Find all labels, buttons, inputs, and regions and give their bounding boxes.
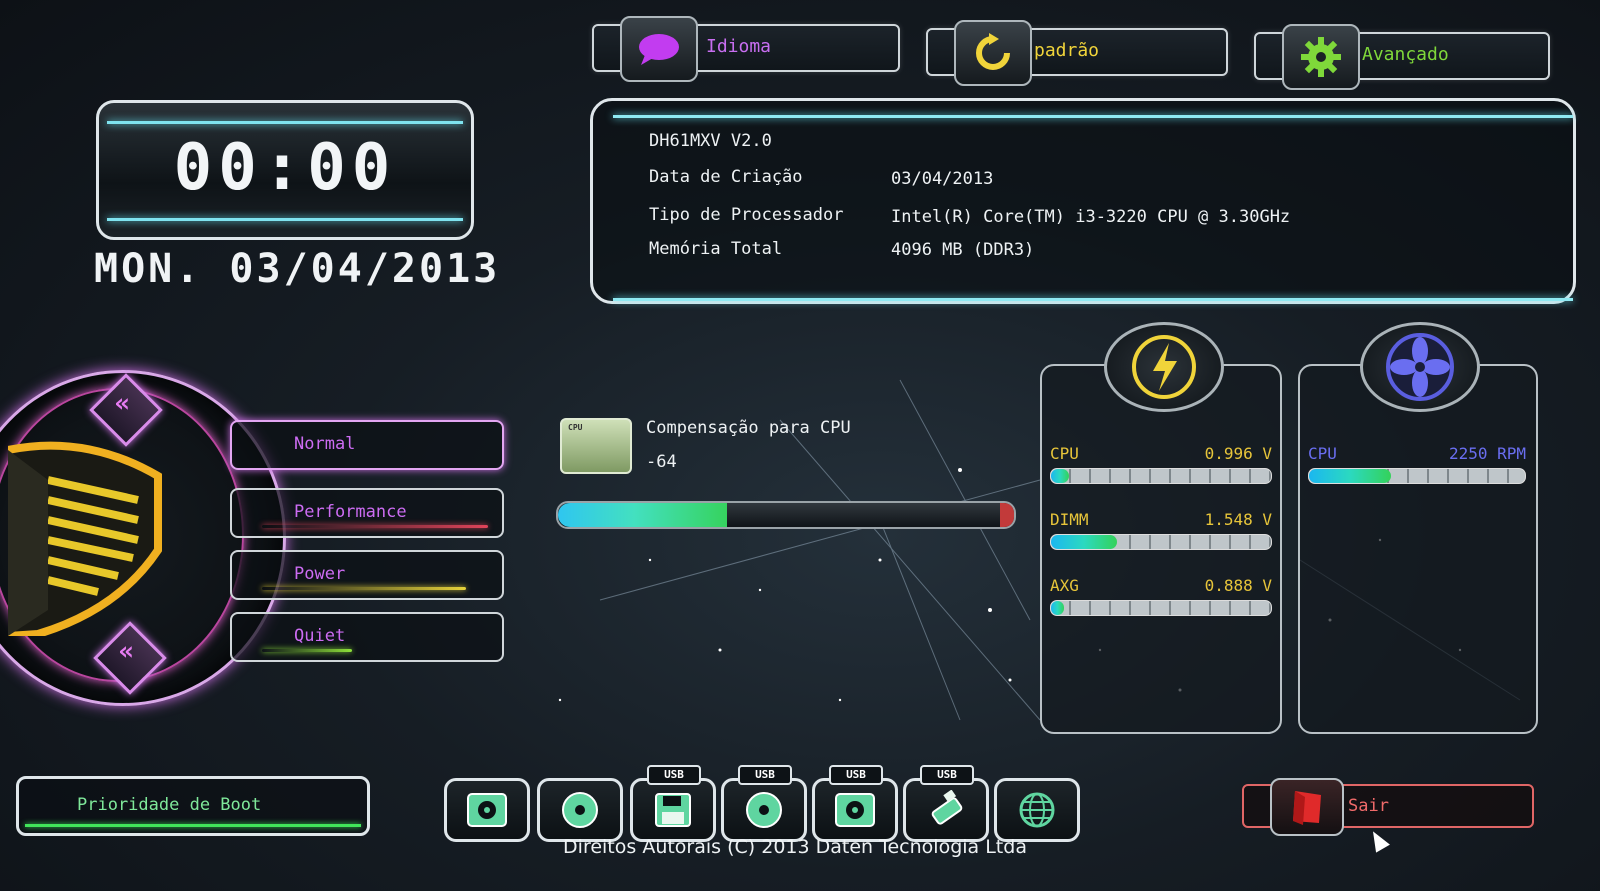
profile-power-label: Power: [294, 564, 346, 584]
default-button[interactable]: padrão: [926, 20, 1228, 86]
usb-cd-icon: [746, 792, 782, 828]
boot-priority-button[interactable]: Prioridade de Boot: [16, 776, 370, 836]
clock-glow-top: [107, 121, 463, 124]
processor-label: Tipo de Processador: [649, 205, 844, 225]
cpu-chip-icon: CPU: [560, 418, 632, 474]
voltage-cpu-value: 0.996 V: [1204, 444, 1272, 463]
profile-power-line: [262, 587, 466, 590]
language-label: Idioma: [706, 36, 772, 57]
usb-stick-icon: [931, 790, 963, 825]
fan-cpu-value: 2250 RPM: [1448, 444, 1526, 463]
optical-disc-icon: [562, 792, 598, 828]
memory-label: Memória Total: [649, 239, 783, 259]
cpu-offset-fill: [558, 503, 727, 527]
refresh-icon: [954, 20, 1032, 86]
board-model: DH61MXV V2.0: [649, 131, 772, 151]
default-label: padrão: [1034, 40, 1100, 61]
voltage-dimm-value: 1.548 V: [1204, 510, 1272, 529]
boot-priority-glow: [25, 824, 361, 827]
voltage-axg-label: AXG: [1050, 576, 1079, 595]
voltage-dimm-gauge: [1050, 534, 1272, 550]
fan-cpu-fill: [1309, 469, 1392, 483]
speech-bubble-icon: [620, 16, 698, 82]
clock-glow-bottom: [107, 218, 463, 221]
build-date-label: Data de Criação: [649, 167, 803, 187]
fan-cpu-label: CPU: [1308, 444, 1337, 463]
exit-label: Sair: [1348, 796, 1389, 816]
voltage-cpu-label: CPU: [1050, 444, 1079, 463]
voltage-axg-gauge: [1050, 600, 1272, 616]
gear-icon: [1282, 24, 1360, 90]
usb-tag: USB: [829, 765, 883, 785]
voltage-axg-value: 0.888 V: [1204, 576, 1272, 595]
boot-device-usb-floppy[interactable]: USB: [630, 765, 716, 842]
profile-power[interactable]: Power: [230, 550, 504, 600]
profile-quiet-label: Quiet: [294, 626, 346, 646]
fan-cpu-gauge: [1308, 468, 1526, 484]
profile-normal[interactable]: Normal: [230, 420, 504, 470]
language-button[interactable]: Idioma: [592, 16, 900, 82]
clock-display: 00:00: [96, 100, 474, 240]
profile-performance[interactable]: Performance: [230, 488, 504, 538]
boot-priority-label: Prioridade de Boot: [77, 795, 262, 815]
clock-date: MON. 03/04/2013: [94, 246, 501, 292]
memory-value: 4096 MB (DDR3): [891, 240, 1035, 260]
system-info-panel: DH61MXV V2.0 Data de Criação 03/04/2013 …: [590, 98, 1576, 304]
profile-performance-label: Performance: [294, 502, 407, 522]
profile-quiet-line: [262, 649, 352, 652]
usb-floppy-icon: [655, 793, 691, 827]
boot-device-usb-hdd[interactable]: USB: [812, 765, 898, 842]
build-date-value: 03/04/2013: [891, 169, 994, 189]
chevron-down-icon: «: [118, 636, 135, 667]
cpu-offset-label: Compensação para CPU: [646, 418, 851, 438]
boot-device-network[interactable]: [994, 778, 1080, 842]
boot-device-usb-cd[interactable]: USB: [721, 765, 807, 842]
usb-tag: USB: [738, 765, 792, 785]
advanced-label: Avançado: [1362, 44, 1449, 65]
chevron-up-icon: «: [114, 388, 131, 419]
boot-device-hdd[interactable]: [444, 778, 530, 842]
boot-device-optical[interactable]: [537, 778, 623, 842]
cpu-chip-text: CPU: [568, 423, 583, 432]
lightning-icon: [1104, 322, 1224, 412]
info-glow-top: [613, 115, 1573, 118]
voltage-panel: CPU 0.996 V DIMM 1.548 V AXG 0.888 V: [1040, 364, 1282, 734]
fan-panel: CPU 2250 RPM: [1298, 364, 1538, 734]
voltage-dimm-fill: [1051, 535, 1117, 549]
usb-tag: USB: [647, 765, 701, 785]
cpu-offset-slider[interactable]: [556, 501, 1016, 529]
cpu-offset-end: [1000, 503, 1014, 527]
copyright-text: Direitos Autorais (C) 2013 Daten Tecnolo…: [0, 836, 1600, 858]
clock-time: 00:00: [173, 131, 397, 205]
voltage-dimm-label: DIMM: [1050, 510, 1089, 529]
usb-hdd-icon: [835, 793, 875, 827]
usb-tag: USB: [920, 765, 974, 785]
info-glow-bottom: [613, 298, 1573, 301]
voltage-cpu-gauge: [1050, 468, 1272, 484]
hard-disk-icon: [467, 793, 507, 827]
voltage-axg-fill: [1051, 601, 1065, 615]
profile-normal-label: Normal: [294, 434, 356, 454]
exit-door-icon: [1270, 778, 1344, 836]
fan-icon: [1360, 322, 1480, 412]
shield-icon: [3, 440, 164, 641]
profile-performance-line: [262, 525, 488, 528]
exit-button[interactable]: Sair: [1242, 778, 1534, 836]
profile-quiet[interactable]: Quiet: [230, 612, 504, 662]
network-globe-icon: [1019, 792, 1055, 828]
boot-device-usb-stick[interactable]: USB: [903, 765, 989, 842]
processor-value: Intel(R) Core(TM) i3-3220 CPU @ 3.30GHz: [891, 207, 1291, 227]
advanced-button[interactable]: Avançado: [1254, 24, 1550, 90]
cpu-offset-value: -64: [646, 452, 677, 472]
voltage-cpu-fill: [1051, 469, 1069, 483]
copyright-label: Direitos Autorais (C) 2013 Daten Tecnolo…: [563, 836, 1027, 858]
